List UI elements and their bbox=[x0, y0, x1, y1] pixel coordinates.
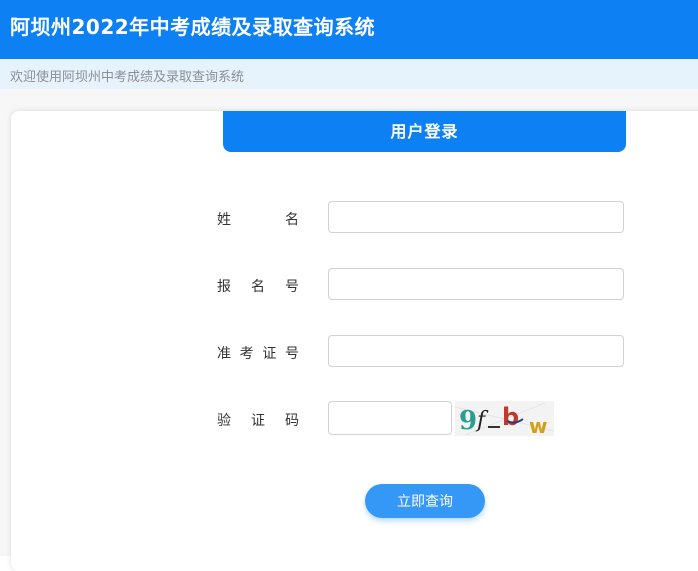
admission-ticket-label-char: 准 bbox=[217, 346, 231, 362]
captcha-input[interactable] bbox=[328, 401, 452, 435]
login-title: 用户登录 bbox=[223, 111, 626, 152]
registration-number-label-char: 报 bbox=[217, 279, 231, 295]
name-label: 姓 名 bbox=[217, 209, 299, 229]
svg-text:w: w bbox=[529, 414, 547, 436]
registration-number-input[interactable] bbox=[328, 268, 624, 300]
name-input[interactable] bbox=[328, 201, 624, 233]
name-label-char: 名 bbox=[285, 212, 299, 228]
registration-number-label-char: 名 bbox=[251, 279, 265, 295]
registration-number-label: 报 名 号 bbox=[217, 276, 299, 296]
admission-ticket-label: 准 考 证 号 bbox=[217, 343, 299, 363]
page-title: 阿坝州2022年中考成绩及录取查询系统 bbox=[10, 15, 376, 39]
welcome-bar: 欢迎使用阿坝州中考成绩及录取查询系统 bbox=[0, 59, 698, 89]
registration-number-label-char: 号 bbox=[285, 279, 299, 295]
admission-ticket-label-char: 号 bbox=[284, 346, 299, 362]
captcha-label-char: 验 bbox=[217, 413, 231, 429]
captcha-label-char: 证 bbox=[251, 413, 265, 429]
svg-text:9: 9 bbox=[459, 406, 477, 436]
name-label-char: 姓 bbox=[217, 212, 231, 228]
captcha-label-char: 码 bbox=[285, 413, 299, 429]
query-button[interactable]: 立即查询 bbox=[365, 484, 485, 518]
admission-ticket-label-char: 考 bbox=[239, 346, 254, 362]
header-bar: 阿坝州2022年中考成绩及录取查询系统 bbox=[0, 0, 698, 59]
svg-text:b: b bbox=[502, 403, 519, 431]
captcha-label: 验 证 码 bbox=[217, 410, 299, 430]
admission-ticket-input[interactable] bbox=[328, 335, 624, 367]
welcome-text: 欢迎使用阿坝州中考成绩及录取查询系统 bbox=[10, 70, 245, 85]
captcha-image[interactable]: 9 f b w bbox=[455, 401, 554, 436]
captcha-graphic: 9 f b w bbox=[455, 401, 554, 436]
admission-ticket-label-char: 证 bbox=[262, 346, 277, 362]
